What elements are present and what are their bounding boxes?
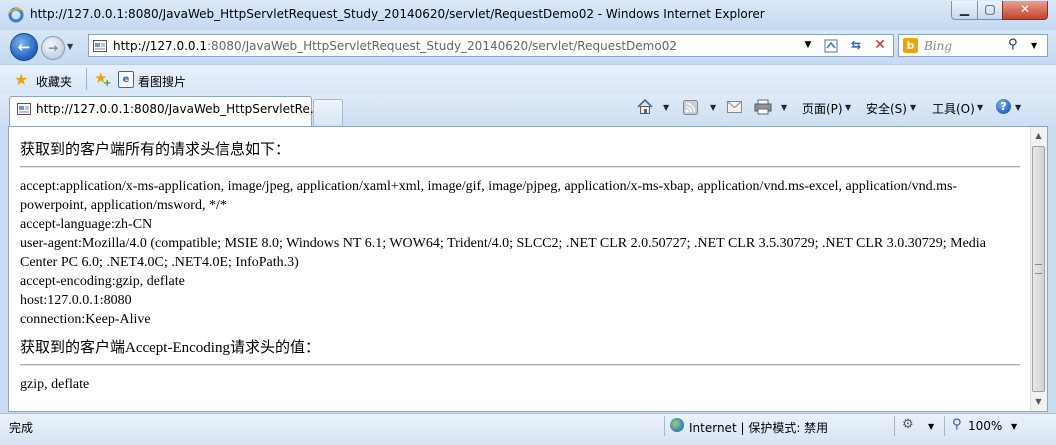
ie-logo-icon xyxy=(8,7,24,23)
print-dropdown-icon[interactable]: ▼ xyxy=(781,103,787,112)
refresh-icon[interactable]: ⇆ xyxy=(846,36,866,55)
status-bar xyxy=(0,413,1056,445)
zoom-icon[interactable]: ⚲ xyxy=(952,417,962,432)
scroll-up-arrow-icon[interactable]: ▲ xyxy=(1031,128,1046,144)
status-divider xyxy=(894,416,895,436)
header-line-user-agent: user-agent:Mozilla/4.0 (compatible; MSIE… xyxy=(20,236,986,270)
add-plus-icon: + xyxy=(103,78,112,89)
feeds-dropdown-icon[interactable]: ▼ xyxy=(710,103,716,112)
scrollbar-grip-icon xyxy=(1035,264,1042,274)
zoom-dropdown-icon[interactable]: ▼ xyxy=(1011,422,1017,431)
address-url[interactable]: http://127.0.0.1:8080/JavaWeb_HttpServle… xyxy=(113,39,677,53)
minimize-button[interactable]: ▁ xyxy=(951,1,978,20)
close-button[interactable]: ✕ xyxy=(1002,1,1048,20)
scroll-down-arrow-icon[interactable]: ▼ xyxy=(1031,394,1046,410)
mail-icon[interactable] xyxy=(727,101,742,113)
help-icon[interactable]: ? xyxy=(996,99,1011,114)
printer-icon[interactable] xyxy=(754,99,772,115)
zoom-level[interactable]: 100% xyxy=(968,419,1002,433)
maximize-button[interactable]: ▢ xyxy=(977,1,1003,20)
back-button[interactable]: ← xyxy=(10,33,38,61)
home-dropdown-icon[interactable]: ▼ xyxy=(663,103,669,112)
tools-menu[interactable]: 工具(O) xyxy=(932,100,975,117)
forward-arrow-icon: → xyxy=(47,41,59,55)
favorites-star-icon[interactable]: ★ xyxy=(14,70,28,89)
rss-icon[interactable] xyxy=(683,100,698,115)
recent-pages-dropdown-icon[interactable]: ▼ xyxy=(67,42,73,51)
accept-encoding-heading: 获取到的客户端Accept-Encoding请求头的值： xyxy=(20,340,320,356)
stop-icon[interactable]: ✕ xyxy=(870,36,890,55)
header-line-accept-language: accept-language:zh-CN xyxy=(20,217,153,232)
window-title: http://127.0.0.1:8080/JavaWeb_HttpServle… xyxy=(30,7,765,21)
bing-logo-icon: b xyxy=(903,38,918,53)
status-divider xyxy=(664,416,665,436)
favorites-separator xyxy=(86,68,87,90)
search-options-dropdown-icon[interactable]: ▼ xyxy=(1031,41,1037,50)
back-arrow-icon: ← xyxy=(17,38,31,56)
help-dropdown-icon[interactable]: ▼ xyxy=(1015,103,1021,112)
horizontal-rule xyxy=(20,166,1020,168)
safety-menu-dropdown-icon[interactable]: ▼ xyxy=(910,103,916,112)
tab-label: http://127.0.0.1:8080/JavaWeb_HttpServle… xyxy=(36,102,322,116)
status-divider xyxy=(944,416,945,436)
accept-encoding-value: gzip, deflate xyxy=(20,377,90,392)
page-menu[interactable]: 页面(P) xyxy=(802,100,843,117)
header-line-accept-encoding: accept-encoding:gzip, deflate xyxy=(20,274,185,289)
ie-page-icon: e xyxy=(118,71,134,88)
address-path: :8080/JavaWeb_HttpServletRequest_Study_2… xyxy=(207,39,677,53)
security-zone-text[interactable]: Internet | 保护模式: 禁用 xyxy=(689,419,828,436)
manage-addons-icon[interactable]: ⚙ xyxy=(902,417,914,432)
address-host: http://127.0.0.1 xyxy=(113,39,208,53)
header-line-accept: accept:application/x-ms-application, ima… xyxy=(20,179,958,213)
addons-dropdown-icon[interactable]: ▼ xyxy=(928,422,934,431)
page-body: 获取到的客户端所有的请求头信息如下： accept:application/x-… xyxy=(20,141,1020,394)
header-line-host: host:127.0.0.1:8080 xyxy=(20,293,132,308)
forward-button[interactable]: → xyxy=(41,36,65,60)
search-input[interactable] xyxy=(898,34,1048,57)
home-icon[interactable] xyxy=(636,98,654,116)
search-icon[interactable]: ⚲ xyxy=(1008,37,1018,52)
status-text: 完成 xyxy=(9,421,34,435)
header-line-connection: connection:Keep-Alive xyxy=(20,312,151,327)
new-tab-button[interactable] xyxy=(313,99,343,125)
page-menu-dropdown-icon[interactable]: ▼ xyxy=(845,103,851,112)
tab-favicon-icon xyxy=(17,103,31,115)
globe-icon xyxy=(670,418,684,432)
favorites-link-kantu[interactable]: 看图搜片 xyxy=(138,73,186,90)
page-favicon-icon xyxy=(93,40,107,52)
compatibility-view-icon[interactable] xyxy=(821,36,841,55)
address-dropdown-icon[interactable]: ▼ xyxy=(798,36,818,55)
horizontal-rule xyxy=(20,364,1020,366)
tools-menu-dropdown-icon[interactable]: ▼ xyxy=(977,103,983,112)
favorites-button[interactable]: 收藏夹 xyxy=(36,73,72,90)
search-placeholder: Bing xyxy=(924,39,953,53)
safety-menu[interactable]: 安全(S) xyxy=(866,100,907,117)
all-headers-heading: 获取到的客户端所有的请求头信息如下： xyxy=(20,142,291,158)
